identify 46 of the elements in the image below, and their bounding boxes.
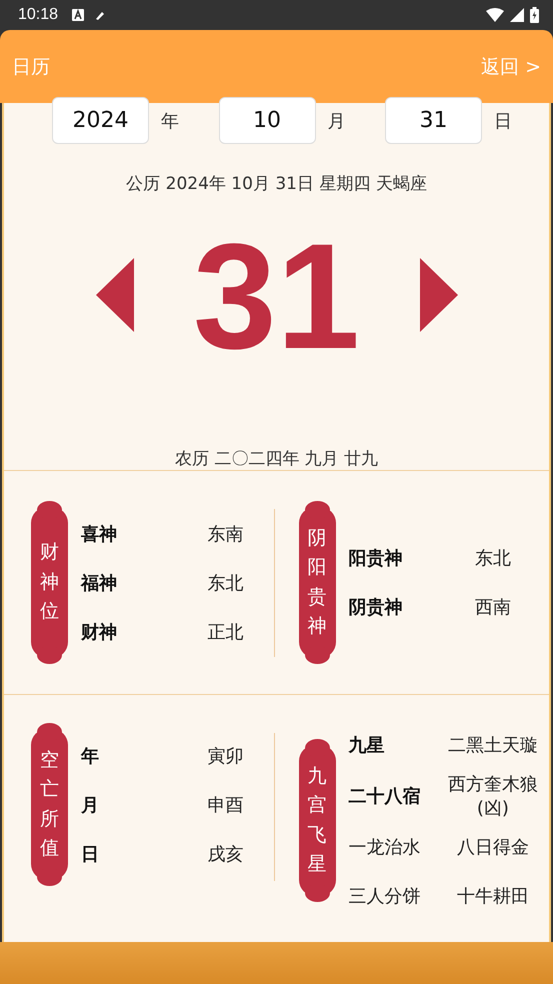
term-name: 月 (81, 794, 100, 816)
clock: 10:18 (18, 6, 58, 24)
term-name: 福神 (81, 572, 118, 594)
term-name: 日 (81, 842, 100, 866)
section-label: 九宫飞星 (298, 739, 336, 902)
term-value: 寅卯 (206, 744, 244, 768)
page-title: 日历 (12, 54, 50, 80)
term-name: 阳贵神 (348, 547, 404, 570)
pen-icon (94, 9, 106, 21)
term-name: 九星 (348, 734, 386, 757)
term-value: 西方奎木狼(凶) (446, 773, 539, 820)
term-name: 阴贵神 (348, 596, 404, 619)
battery-icon (530, 7, 539, 23)
term-name: 年 (81, 744, 100, 768)
term-value: 东北 (474, 547, 512, 570)
term-value: 申酉 (206, 794, 244, 816)
previous-day-button[interactable] (96, 258, 134, 334)
wifi-icon (486, 8, 504, 22)
term-value: 东北 (206, 572, 244, 594)
term-value: 东南 (206, 522, 244, 546)
solar-date: 公历 2024年 10月 31日 星期四 天蝎座 (125, 173, 428, 195)
term-value: 十牛耕田 (456, 885, 530, 908)
section-label: 财神位 (31, 501, 68, 664)
term-name: 财神 (81, 620, 118, 644)
term-value: 八日得金 (456, 836, 530, 859)
term-value: 戌亥 (206, 842, 244, 866)
term-name: 喜神 (81, 522, 118, 546)
next-day-button[interactable] (420, 258, 458, 334)
term-name: 一龙治水 (348, 836, 422, 859)
term-value: 西南 (474, 596, 512, 619)
date-unit: 月 (328, 110, 346, 132)
lunar-date: 农历 二〇二四年 九月 廿九 (174, 448, 380, 470)
keyboard-icon (72, 9, 84, 21)
term-name: 二十八宿 (348, 785, 422, 808)
date-unit: 年 (161, 110, 179, 132)
term-value: 正北 (206, 620, 244, 644)
section-label: 空亡所值 (31, 723, 68, 886)
day-number: 31 (192, 221, 361, 371)
term-value: 二黑土天璇 (446, 734, 539, 757)
term-name: 三人分饼 (348, 885, 422, 908)
date-unit: 日 (494, 110, 512, 132)
date-input[interactable]: 2024 (52, 97, 149, 144)
date-input[interactable]: 31 (385, 97, 482, 144)
section-label: 阴阳贵神 (298, 501, 336, 664)
date-input[interactable]: 10 (218, 97, 316, 144)
signal-icon (510, 8, 524, 22)
